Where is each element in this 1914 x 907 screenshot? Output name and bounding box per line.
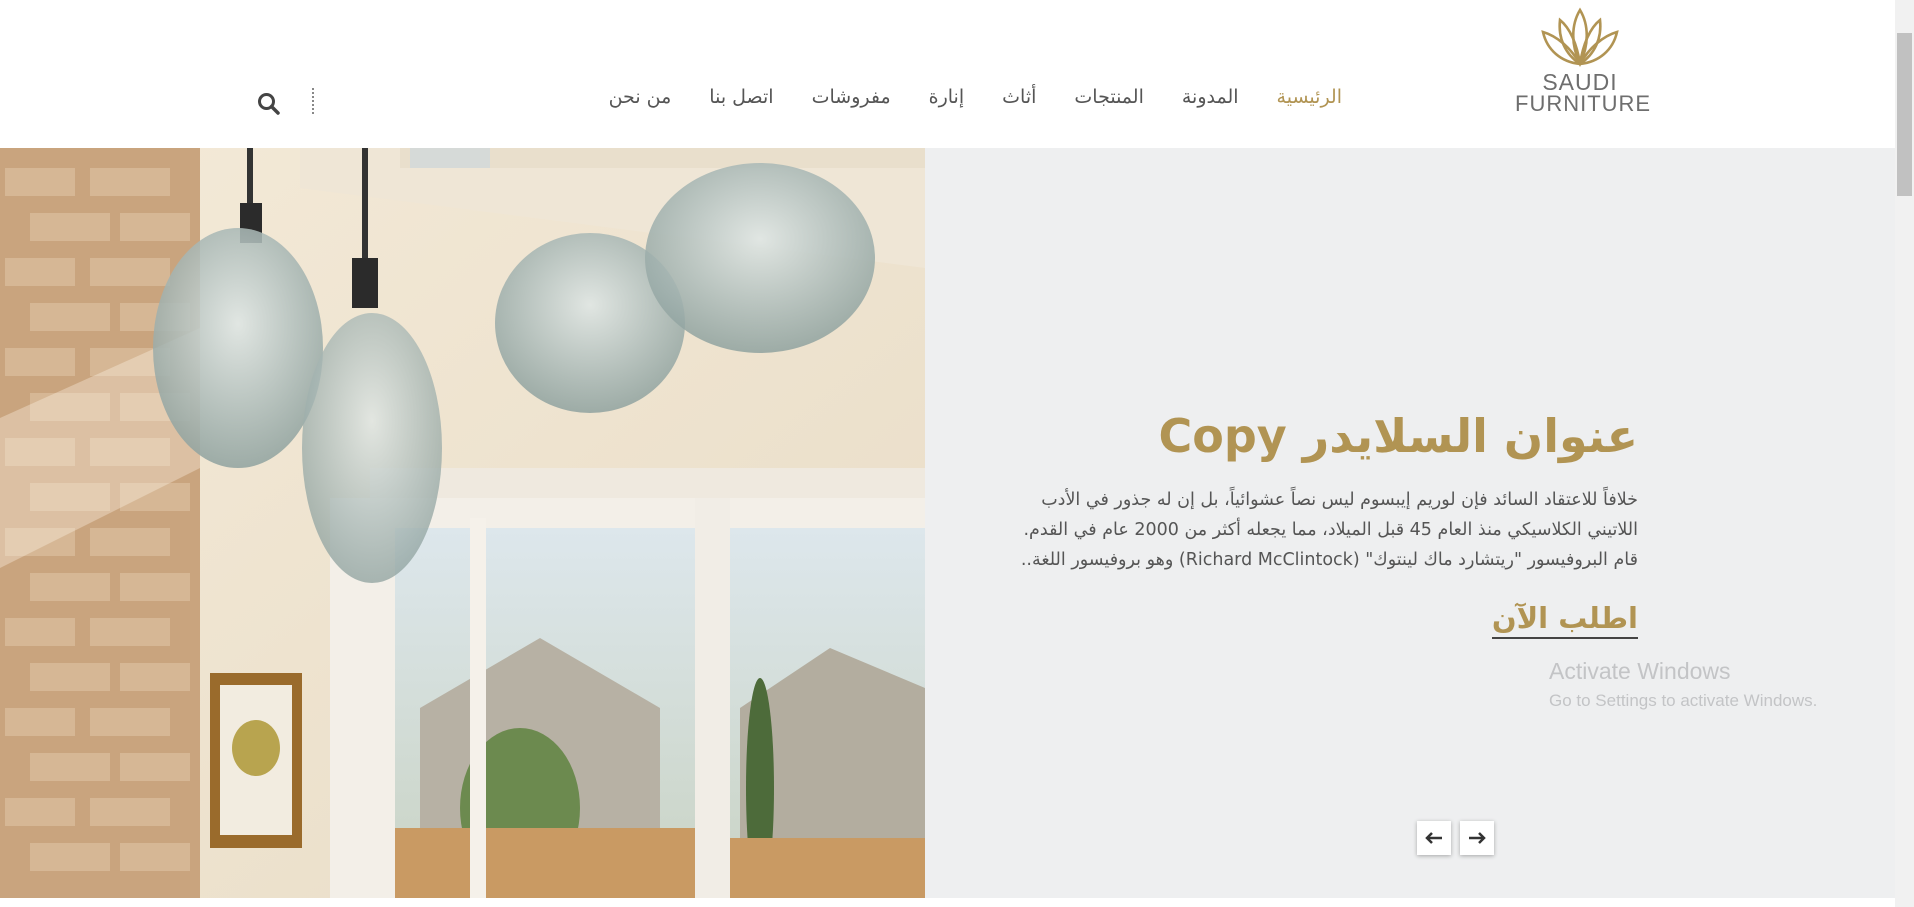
hero-description-line-3: قام البروفيسور "ريتشارد ماك لينتوك" (Ric…	[1020, 549, 1638, 570]
order-now-button[interactable]: اطلب الآن	[1491, 601, 1638, 639]
scrollbar-thumb[interactable]	[1897, 33, 1912, 196]
windows-activation-watermark: Activate Windows Go to Settings to activ…	[1549, 658, 1817, 711]
page-bottom-edge	[0, 898, 1895, 907]
slider-next-button[interactable]	[1460, 821, 1494, 855]
watermark-subtitle: Go to Settings to activate Windows.	[1549, 691, 1818, 710]
hero-description: خلافاً للاعتقاد السائد فإن لوريم إيبسوم …	[938, 485, 1638, 575]
hero-slider: عنوان السلايدر Copy خلافاً للاعتقاد السا…	[0, 148, 1895, 898]
hero-description-line-2: اللاتيني الكلاسيكي منذ العام 45 قبل المي…	[1023, 519, 1638, 540]
arrow-left-icon	[1425, 832, 1442, 844]
search-icon	[258, 93, 280, 115]
page: SAUDI FURNITURE الرئيسية المدونة المنتجا…	[0, 0, 1914, 907]
nav-item-about[interactable]: من نحن	[609, 86, 672, 108]
search-button[interactable]	[256, 91, 282, 117]
hero-title: عنوان السلايدر Copy	[1158, 409, 1638, 463]
nav-item-furnishings[interactable]: مفروشات	[812, 86, 891, 108]
slider-prev-button[interactable]	[1417, 821, 1451, 855]
site-logo[interactable]: SAUDI FURNITURE	[1515, 0, 1652, 118]
nav-item-blog[interactable]: المدونة	[1182, 86, 1239, 108]
interior-photo	[0, 148, 925, 898]
logo-furniture-text: FURNITURE	[1515, 91, 1652, 116]
arrow-right-icon	[1469, 832, 1486, 844]
site-header: SAUDI FURNITURE الرئيسية المدونة المنتجا…	[0, 0, 1895, 148]
lotus-logo-icon	[1541, 7, 1619, 68]
nav-item-products[interactable]: المنتجات	[1074, 86, 1143, 108]
nav-item-lighting[interactable]: إنارة	[929, 86, 965, 108]
hero-content: عنوان السلايدر Copy خلافاً للاعتقاد السا…	[938, 410, 1638, 639]
main-nav: الرئيسية المدونة المنتجات أثاث إنارة مفر…	[609, 86, 1342, 108]
nav-divider	[312, 88, 314, 114]
nav-item-home[interactable]: الرئيسية	[1277, 86, 1342, 108]
nav-item-furniture[interactable]: أثاث	[1002, 86, 1036, 108]
watermark-title: Activate Windows	[1549, 658, 1731, 684]
vertical-scrollbar[interactable]	[1895, 0, 1914, 907]
hero-description-line-1: خلافاً للاعتقاد السائد فإن لوريم إيبسوم …	[1041, 489, 1638, 510]
hero-image	[0, 148, 925, 898]
nav-item-contact[interactable]: اتصل بنا	[709, 86, 773, 108]
